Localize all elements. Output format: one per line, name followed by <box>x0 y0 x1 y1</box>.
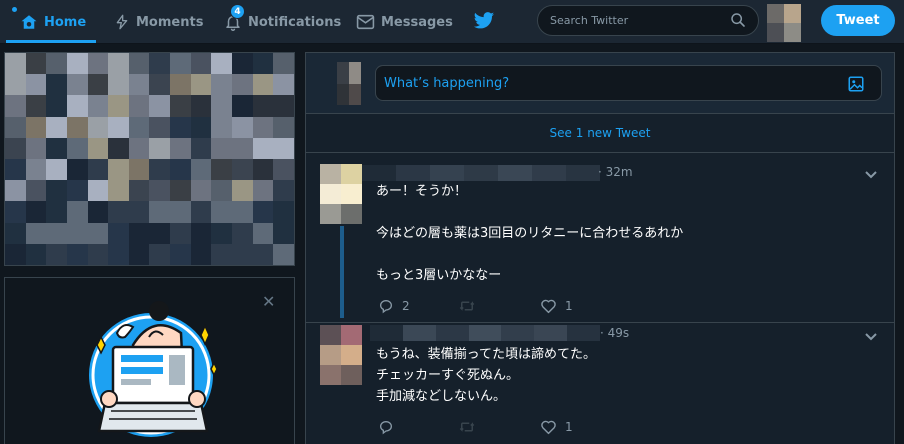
retweet-icon <box>459 422 475 432</box>
profile-avatar[interactable] <box>767 4 801 42</box>
tweet-actions: 1 <box>378 419 573 435</box>
nav-notifications-label: Notifications <box>248 14 342 30</box>
chevron-down-icon[interactable] <box>864 170 878 180</box>
search-input[interactable] <box>537 5 759 36</box>
retweet-action[interactable] <box>458 298 540 314</box>
tweet-timestamp[interactable]: · 32m <box>598 165 633 179</box>
tweet-item[interactable]: · 49s もうね、装備揃ってた頃は諦めてた。 チェッカーすぐ死ぬん。 手加減な… <box>306 323 894 444</box>
top-navigation-bar: Home Moments Notifications 4 Messages Tw… <box>0 0 904 44</box>
reply-count: 2 <box>402 299 410 313</box>
promo-card: ✕ <box>4 277 295 444</box>
home-icon <box>21 15 37 29</box>
author-name-obscured[interactable] <box>362 165 600 181</box>
promo-illustration <box>89 301 218 437</box>
like-icon <box>541 299 556 314</box>
compose-avatar <box>337 62 361 105</box>
tweet-timestamp[interactable]: · 49s <box>600 326 629 340</box>
reply-icon <box>379 300 392 314</box>
home-unread-dot <box>12 7 17 12</box>
compose-tweet-button[interactable]: Tweet <box>821 5 895 36</box>
twitter-bird-icon[interactable] <box>473 11 495 31</box>
nav-home-label: Home <box>44 14 87 30</box>
tweet-text: あー！そうか！ 今はどの層も薬は3回目のリタニーに合わせるあれか もっと3層いか… <box>376 184 684 283</box>
compose-box <box>306 53 894 114</box>
nav-home[interactable]: Home <box>20 0 86 44</box>
nav-moments-label: Moments <box>136 14 204 30</box>
profile-header-image <box>4 52 295 266</box>
reply-action[interactable]: 2 <box>378 298 458 314</box>
moments-icon <box>116 14 128 30</box>
compose-input[interactable] <box>375 65 882 101</box>
search-icon[interactable] <box>730 12 746 28</box>
close-icon[interactable]: ✕ <box>262 292 275 311</box>
reply-action[interactable] <box>378 419 458 435</box>
like-count: 1 <box>565 420 573 434</box>
author-name-obscured[interactable] <box>370 325 601 341</box>
active-tab-indicator <box>6 40 96 43</box>
tweet-avatar[interactable] <box>320 164 362 224</box>
chevron-down-icon[interactable] <box>864 332 878 342</box>
tweet-actions: 2 1 <box>378 298 573 314</box>
like-count: 1 <box>565 299 573 313</box>
tweet-item[interactable]: · 32m あー！そうか！ 今はどの層も薬は3回目のリタニーに合わせるあれか も… <box>306 154 894 323</box>
messages-icon <box>356 14 375 30</box>
like-icon <box>541 420 556 435</box>
like-action[interactable]: 1 <box>540 419 573 435</box>
image-icon[interactable] <box>847 75 865 93</box>
thread-connector <box>340 226 344 318</box>
timeline: See 1 new Tweet · 32m あー！そうか！ 今はどの層も薬は3回… <box>305 52 895 444</box>
nav-messages[interactable]: Messages <box>356 0 453 44</box>
tweet-text: もうね、装備揃ってた頃は諦めてた。 チェッカーすぐ死ぬん。 手加減などしないん。 <box>376 347 596 404</box>
retweet-icon <box>459 301 475 311</box>
notifications-count-badge: 4 <box>230 4 245 19</box>
like-action[interactable]: 1 <box>540 298 573 314</box>
new-tweets-banner[interactable]: See 1 new Tweet <box>306 114 894 153</box>
retweet-action[interactable] <box>458 419 540 435</box>
reply-icon <box>379 421 392 435</box>
nav-messages-label: Messages <box>381 14 453 30</box>
nav-moments[interactable]: Moments <box>114 0 203 44</box>
tweet-avatar[interactable] <box>320 325 362 385</box>
